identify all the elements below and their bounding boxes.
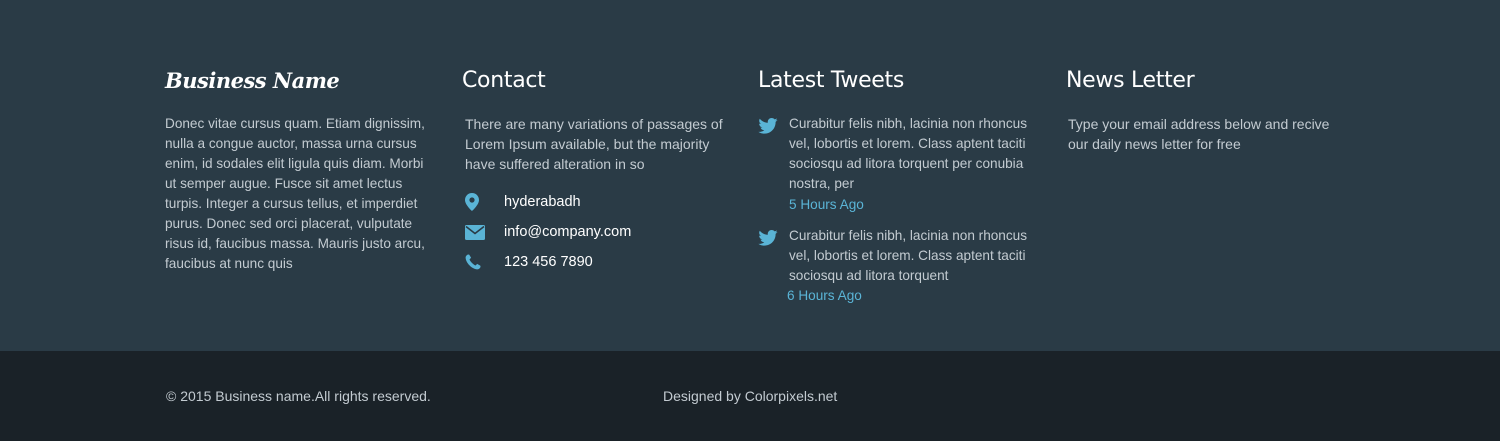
tweet-time[interactable]: 5 Hours Ago <box>789 195 864 215</box>
tweet-item: Curabitur felis nibh, lacinia non rhoncu… <box>758 114 1048 216</box>
twitter-icon[interactable] <box>758 230 778 246</box>
map-pin-icon <box>465 191 489 213</box>
twitter-icon[interactable] <box>758 118 778 134</box>
newsletter-heading: News Letter <box>1066 68 1195 93</box>
contact-email: info@company.com <box>462 221 631 243</box>
tweet-time[interactable]: 6 Hours Ago <box>787 286 862 306</box>
contact-email-link[interactable]: info@company.com <box>504 221 631 243</box>
tweet-text: Curabitur felis nibh, lacinia non rhoncu… <box>789 116 1028 191</box>
contact-description: There are many variations of passages of… <box>465 116 723 172</box>
business-name-logo[interactable]: Business Name <box>165 66 340 96</box>
newsletter-description: Type your email address below and recive… <box>1068 116 1330 152</box>
designer-credit-link[interactable]: Designed by Colorpixels.net <box>663 386 837 406</box>
contact-phone-text: 123 456 7890 <box>504 254 593 270</box>
phone-icon <box>465 251 489 273</box>
footer-bottom-bar: © 2015 Business name.All rights reserved… <box>0 351 1500 441</box>
business-description: Donec vitae cursus quam. Etiam dignissim… <box>165 116 425 271</box>
envelope-icon <box>465 221 489 243</box>
tweets-heading: Latest Tweets <box>758 68 905 93</box>
contact-phone: 123 456 7890 <box>462 251 593 273</box>
footer-widgets: Business Name Donec vitae cursus quam. E… <box>0 0 1500 351</box>
tweet-text: Curabitur felis nibh, lacinia non rhoncu… <box>789 228 1028 283</box>
footer: Business Name Donec vitae cursus quam. E… <box>0 0 1500 441</box>
contact-heading: Contact <box>462 68 546 93</box>
contact-address: hyderabadh <box>462 191 581 213</box>
copyright-text: © 2015 Business name.All rights reserved… <box>166 388 431 404</box>
tweet-item: Curabitur felis nibh, lacinia non rhoncu… <box>758 226 1048 308</box>
contact-address-text: hyderabadh <box>504 194 581 210</box>
